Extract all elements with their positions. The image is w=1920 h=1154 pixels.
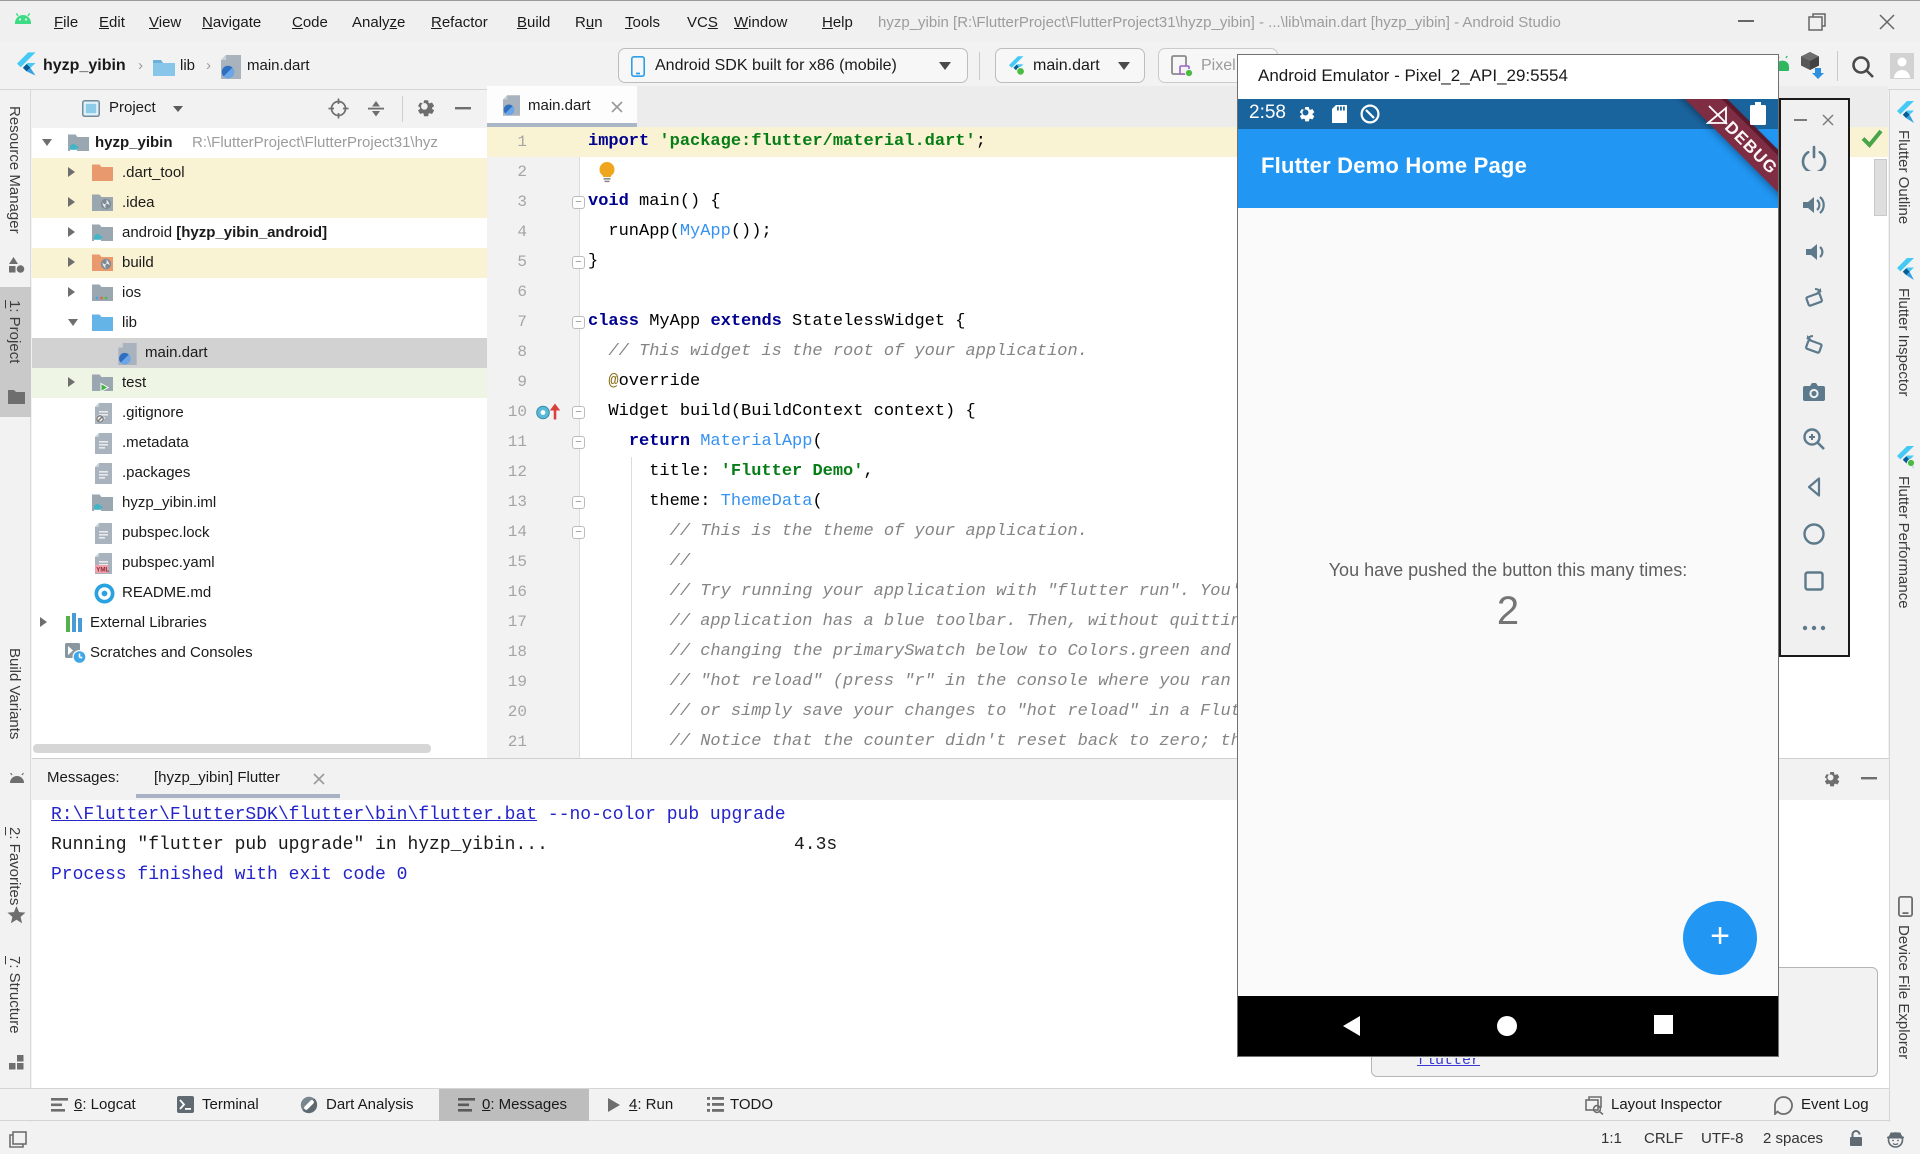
svg-text:YML: YML (96, 567, 109, 574)
